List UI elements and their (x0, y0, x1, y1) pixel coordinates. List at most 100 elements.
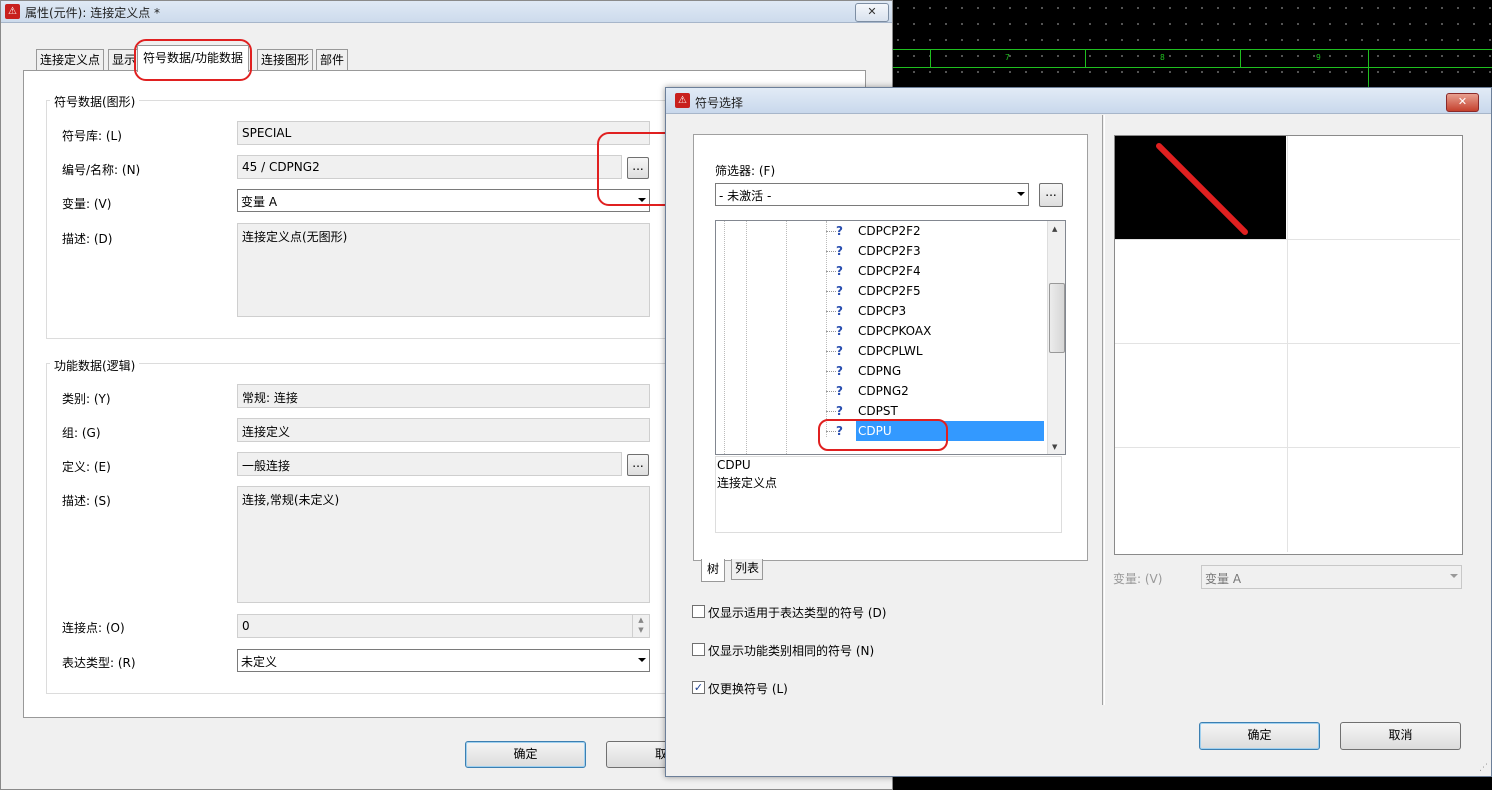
tree-item[interactable]: ? CDPCP2F3 (716, 241, 1047, 261)
scroll-down-icon[interactable]: ▼ (1052, 443, 1057, 451)
spin-up-icon[interactable]: ▲ (633, 615, 649, 625)
resize-grip-icon[interactable]: ⋰ (1479, 763, 1488, 773)
cad-frame-line (1240, 49, 1241, 67)
symbol-unknown-icon: ? (836, 304, 843, 318)
category-field: 常规: 连接 (237, 384, 650, 408)
symbol-desc-field: 连接定义点(无图形) (237, 223, 650, 317)
scroll-up-icon[interactable]: ▲ (1052, 225, 1057, 233)
tree-connector (826, 231, 836, 232)
tree-connector (826, 411, 836, 412)
points-spinner[interactable]: ▲ ▼ (632, 615, 649, 637)
variant-select[interactable]: 变量 A (237, 189, 650, 212)
preview-symbol-cell (1115, 136, 1286, 239)
symbol-ok-button[interactable]: 确定 (1199, 722, 1320, 750)
filter-browse-button[interactable]: ... (1039, 183, 1063, 207)
number-name-field: 45 / CDPNG2 (237, 155, 622, 179)
filter-select[interactable]: - 未激活 - (715, 183, 1029, 206)
symbol-unknown-icon: ? (836, 344, 843, 358)
tree-item-label: CDPNG2 (858, 384, 909, 398)
preview-variant-value: 变量 A (1205, 572, 1242, 586)
symbol-unknown-icon: ? (836, 324, 843, 338)
checkbox-repr-type-label: 仅显示适用于表达类型的符号 (D) (708, 606, 887, 620)
library-field: SPECIAL (237, 121, 650, 145)
symbol-unknown-icon: ? (836, 224, 843, 238)
scrollbar-thumb[interactable] (1049, 283, 1065, 353)
cad-frame-line (890, 49, 1492, 50)
tree-item[interactable]: ? CDPCPLWL (716, 341, 1047, 361)
filter-label: 筛选器: (F) (715, 164, 776, 178)
symbol-unknown-icon: ? (836, 284, 843, 298)
tree-item-label: CDPNG (858, 364, 902, 378)
checkbox-repr-type[interactable] (692, 605, 705, 618)
tab-tree[interactable]: 树 (701, 559, 726, 582)
definition-browse-button[interactable]: ... (627, 454, 649, 476)
tree-item-label: CDPST (858, 404, 898, 418)
cad-frame-line (930, 49, 931, 67)
number-name-label: 编号/名称: (N) (62, 163, 141, 177)
tree-item-label: CDPCP3 (858, 304, 907, 318)
checkbox-replace-only-label: 仅更换符号 (L) (708, 682, 788, 696)
tree-item[interactable]: ? CDPST (716, 401, 1047, 421)
cad-frame-line (890, 67, 1492, 68)
representation-type-select[interactable]: 未定义 (237, 649, 650, 672)
properties-titlebar[interactable]: ⚠ 属性(元件): 连接定义点 * ✕ (1, 1, 892, 23)
symbol-tree[interactable]: ? CDPCP2F2? CDPCP2F3? CDPCP2F4? CDPCP2F5? CDP… (715, 220, 1066, 455)
tree-item[interactable]: ? CDPCP2F4 (716, 261, 1047, 281)
symbol-unknown-icon: ? (836, 384, 843, 398)
preview-variant-label: 变量: (V) (1113, 572, 1163, 586)
chevron-down-icon (638, 658, 646, 662)
tree-item[interactable]: ? CDPCP2F5 (716, 281, 1047, 301)
properties-title: 属性(元件): 连接定义点 * (25, 6, 161, 20)
tree-item[interactable]: ? CDPCPKOAX (716, 321, 1047, 341)
splitter-highlight (1104, 115, 1105, 705)
variant-label: 变量: (V) (62, 197, 112, 211)
tab-list[interactable]: 列表 (731, 559, 764, 580)
tree-item[interactable]: ? CDPCP2F2 (716, 221, 1047, 241)
symbol-select-titlebar[interactable]: ⚠ 符号选择 ✕ (666, 88, 1491, 114)
tree-item-label: CDPCP2F2 (858, 224, 921, 238)
tree-scrollbar[interactable]: ▲ ▼ (1047, 221, 1065, 454)
group-field: 连接定义 (237, 418, 650, 442)
representation-type-value: 未定义 (241, 655, 278, 669)
symbol-select-title: 符号选择 (695, 96, 744, 110)
symbol-select-close-button[interactable]: ✕ (1446, 93, 1479, 112)
chevron-down-icon (1017, 192, 1025, 196)
tab-connection-point[interactable]: 连接定义点 (36, 49, 105, 71)
function-data-group-title: 功能数据(逻辑) (50, 357, 140, 374)
tree-item-label: CDPCP2F4 (858, 264, 921, 278)
tree-item[interactable]: ? CDPNG (716, 361, 1047, 381)
symbol-cancel-button[interactable]: 取消 (1340, 722, 1461, 750)
spin-down-icon[interactable]: ▼ (633, 625, 649, 635)
variant-select-value: 变量 A (241, 195, 278, 209)
connection-points-field[interactable]: 0 ▲ ▼ (237, 614, 650, 638)
splitter[interactable] (1102, 115, 1103, 705)
tree-item-label: CDPCPKOAX (858, 324, 932, 338)
function-desc-label: 描述: (S) (62, 494, 111, 508)
tree-panel: 筛选器: (F) - 未激活 - ... ? CDPCP2F2 ? CDPCP2F3?… (693, 134, 1088, 561)
symbol-unknown-icon: ? (836, 244, 843, 258)
connection-points-label: 连接点: (O) (62, 621, 125, 635)
tab-symbol-function-data[interactable]: 符号数据/功能数据 (137, 45, 250, 72)
cad-frame-line (1368, 49, 1369, 89)
check-icon: ✓ (693, 681, 704, 694)
tree-item-label: CDPCPLWL (858, 344, 923, 358)
preview-grid-line (1115, 447, 1460, 448)
tree-connector (826, 331, 836, 332)
checkbox-replace-only[interactable]: ✓ (692, 681, 705, 694)
function-desc-field: 连接,常规(未定义) (237, 486, 650, 603)
cad-frame-line (1085, 49, 1086, 67)
tree-item[interactable]: ? CDPCP3 (716, 301, 1047, 321)
library-label: 符号库: (L) (62, 129, 122, 143)
checkbox-function-category[interactable] (692, 643, 705, 656)
preview-grid-line (1287, 136, 1288, 552)
tab-parts[interactable]: 部件 (316, 49, 349, 71)
properties-ok-button[interactable]: 确定 (465, 741, 586, 768)
tree-connector (826, 251, 836, 252)
symbol-unknown-icon: ? (836, 264, 843, 278)
tab-connection-graphic[interactable]: 连接图形 (257, 49, 314, 71)
preview-grid-line (1115, 343, 1460, 344)
cad-ruler-number: 8 (1160, 53, 1165, 62)
properties-close-button[interactable]: ✕ (855, 3, 889, 22)
tree-item[interactable]: ? CDPNG2 (716, 381, 1047, 401)
cad-ruler-number: 7 (1005, 53, 1010, 62)
